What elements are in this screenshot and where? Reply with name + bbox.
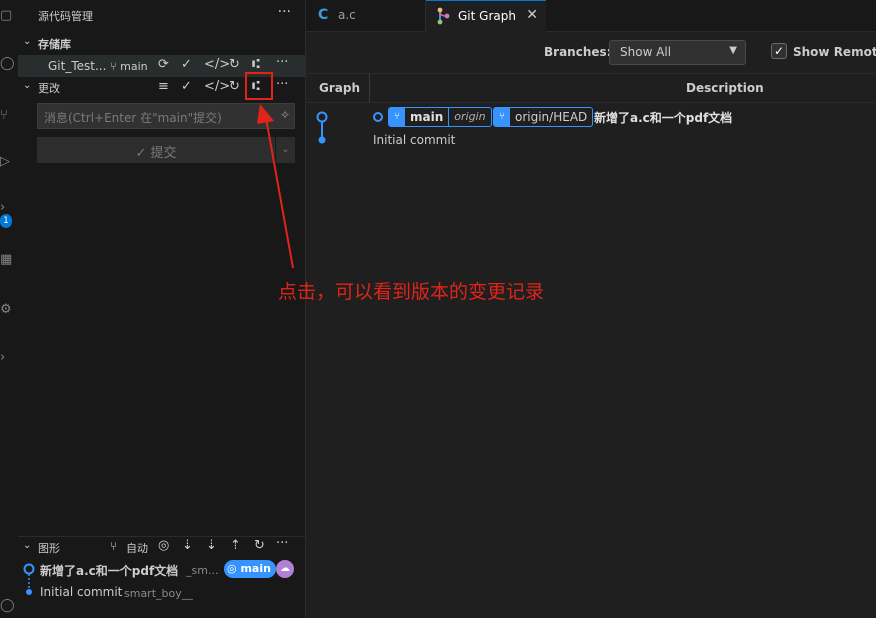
annotation-text: 点击，可以看到版本的变更记录 — [278, 281, 545, 303]
annotation-arrow — [257, 104, 294, 269]
